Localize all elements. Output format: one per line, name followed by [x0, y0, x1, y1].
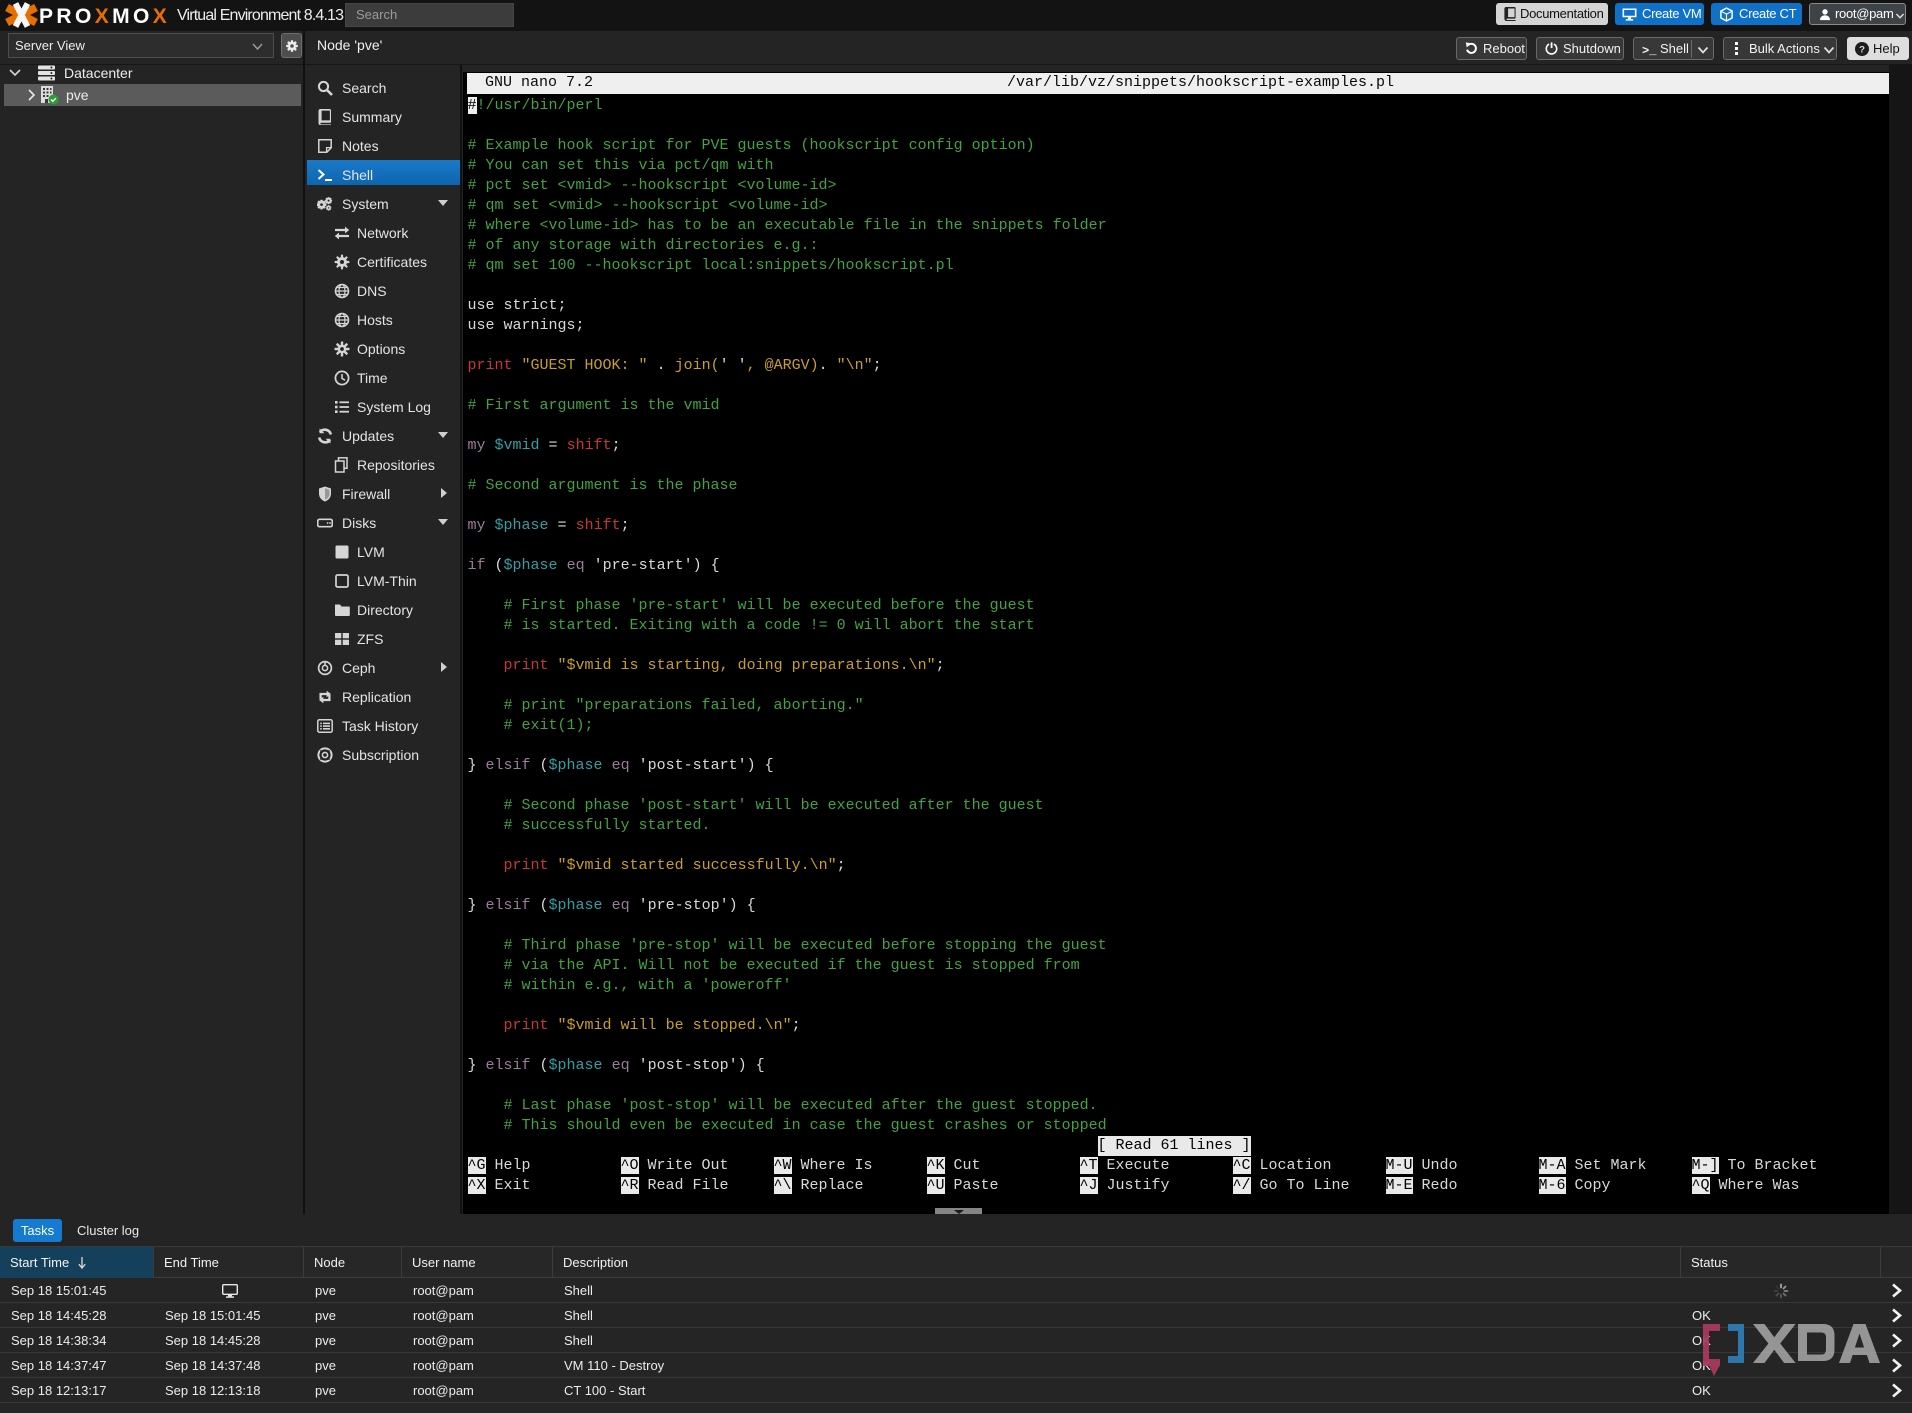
svg-text:?: ?	[1859, 45, 1865, 56]
